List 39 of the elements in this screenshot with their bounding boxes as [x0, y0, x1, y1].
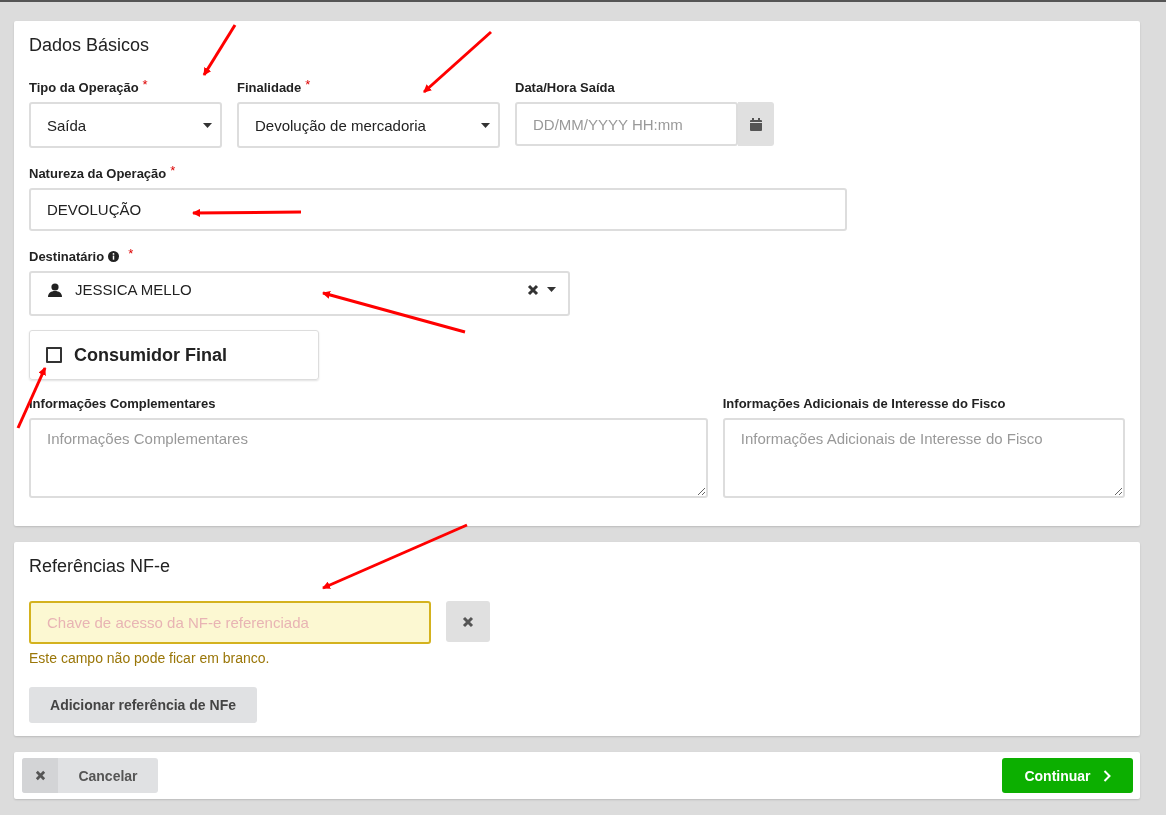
calendar-icon: [750, 117, 762, 131]
remove-button[interactable]: [446, 601, 490, 642]
cancel-button[interactable]: Cancelar: [22, 758, 158, 793]
text-field[interactable]: DEVOLUÇÃO: [29, 188, 847, 231]
field-label: Destinatário: [29, 249, 105, 265]
text-area[interactable]: Informações Adicionais de Interesse do Fisco: [722, 418, 1125, 498]
text-area[interactable]: Informações Complementares: [29, 418, 708, 498]
section-title: Referências NF-e: [29, 556, 172, 577]
close-icon: [462, 615, 474, 628]
field-label: Natureza da Operação: [29, 166, 167, 182]
person-icon: [48, 282, 62, 297]
annotation-arrow: [202, 24, 237, 76]
field-label: Tipo da Operação: [29, 80, 139, 96]
chevron-right-icon: [1102, 769, 1111, 782]
date-time-field[interactable]: DD/MM/YYYY HH:mm: [515, 102, 738, 146]
close-icon: [34, 770, 46, 781]
required-mark: *: [128, 249, 134, 259]
checkbox-card[interactable]: Consumidor Final: [29, 330, 319, 380]
caret-icon: [203, 122, 212, 128]
add-reference-button[interactable]: Adicionar referência de NFe: [29, 687, 257, 723]
select-field[interactable]: Saída: [29, 102, 222, 148]
caret-icon: [481, 122, 490, 128]
required-mark: *: [142, 80, 148, 90]
calendar-button[interactable]: [738, 102, 774, 146]
checkbox[interactable]: [46, 347, 62, 363]
section-title: Dados Básicos: [29, 35, 151, 56]
field-label: Data/Hora Saída: [515, 80, 615, 96]
error-message: Este campo não pode ficar em branco.: [29, 650, 271, 666]
required-mark: *: [305, 80, 311, 90]
recipient-select[interactable]: JESSICA MELLO: [29, 271, 570, 316]
caret-icon: [547, 287, 556, 292]
field-label: Finalidade: [237, 80, 302, 96]
access-key-field[interactable]: Chave de acesso da NF-e referenciada: [29, 601, 431, 644]
annotation-arrow: [423, 30, 492, 94]
required-mark: *: [170, 166, 176, 176]
clear-icon: [527, 283, 539, 296]
field-label: Informações Complementares: [29, 396, 216, 412]
field-label: Informações Adicionais de Interesse do Fisco: [722, 396, 1006, 412]
select-field[interactable]: Devolução de mercadoria: [237, 102, 500, 148]
